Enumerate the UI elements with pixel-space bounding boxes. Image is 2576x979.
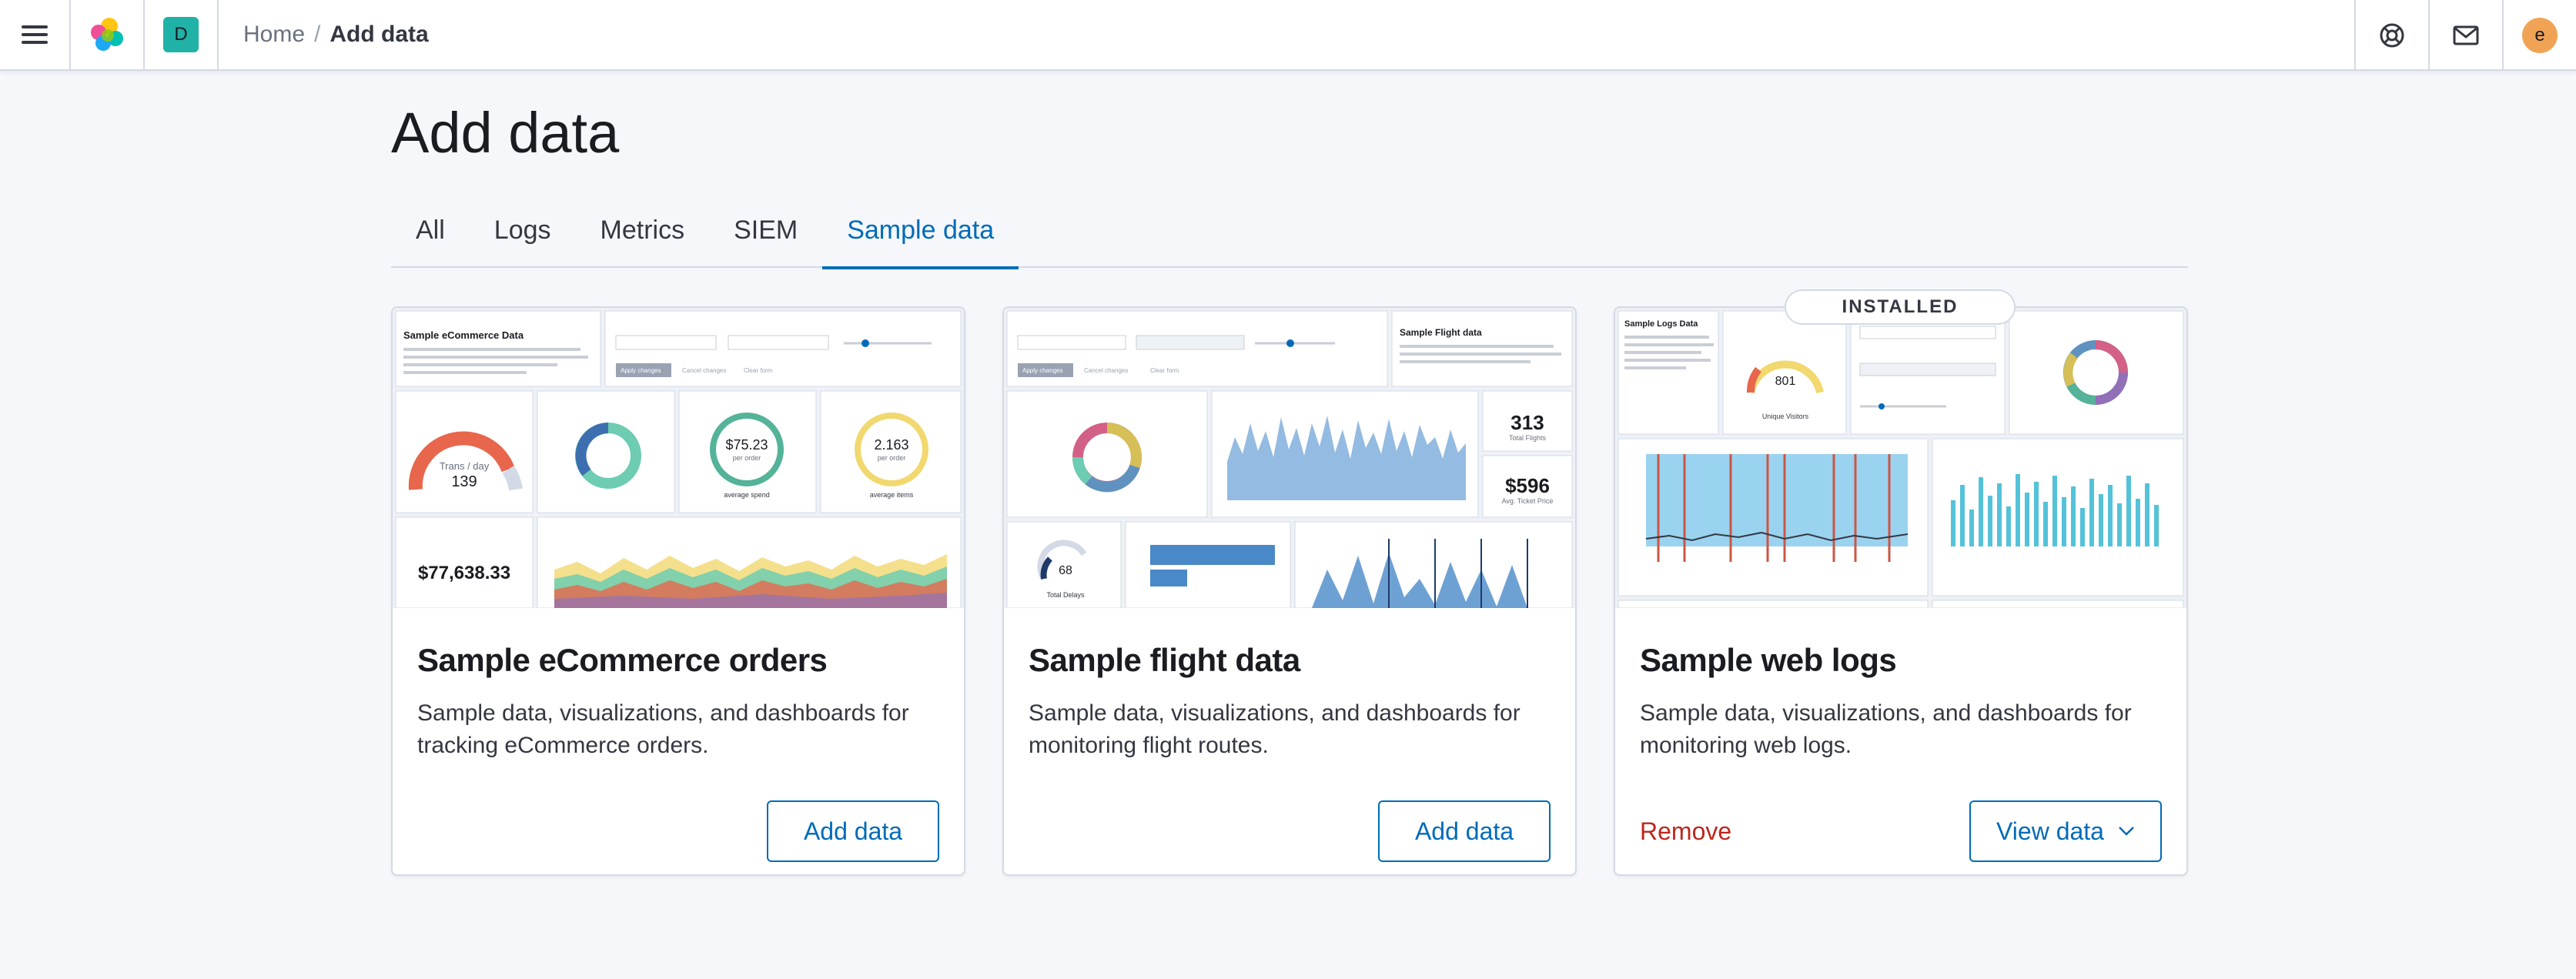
tab-bar: All Logs Metrics SIEM Sample data xyxy=(391,202,2188,269)
mail-icon xyxy=(2453,25,2479,45)
flights-preview-cancel: Cancel changes xyxy=(1084,367,1128,374)
breadcrumb: Home / Add data xyxy=(243,22,429,48)
tab-logs[interactable]: Logs xyxy=(470,202,576,268)
tab-metrics[interactable]: Metrics xyxy=(576,202,710,268)
card-title: Sample flight data xyxy=(1029,642,1300,678)
page-title: Add data xyxy=(391,101,620,165)
space-selector-button[interactable]: D xyxy=(145,0,219,70)
card-description: Sample data, visualizations, and dashboa… xyxy=(1029,700,1521,758)
hamburger-icon xyxy=(22,25,48,44)
sample-card-web-logs: INSTALLED Sample Logs Data 801 Unique Vi… xyxy=(1614,289,2188,876)
space-avatar: D xyxy=(163,17,199,52)
logs-preview-heading: Sample Logs Data xyxy=(1624,319,1698,329)
header-actions: e xyxy=(2354,0,2576,71)
flights-preview-price-caption: Avg. Ticket Price xyxy=(1502,497,1554,505)
card-title: Sample eCommerce orders xyxy=(417,642,828,678)
news-feed-button[interactable] xyxy=(2428,0,2502,71)
top-header: D Home / Add data e xyxy=(0,0,2576,71)
card-title: Sample web logs xyxy=(1640,642,1897,678)
installed-badge: INSTALLED xyxy=(1785,289,2016,325)
ecommerce-dashboard-preview: Sample eCommerce Data Apply changes Canc… xyxy=(393,308,964,608)
remove-web-logs-button[interactable]: Remove xyxy=(1640,800,1731,862)
help-lifebuoy-icon xyxy=(2380,23,2404,48)
ecommerce-preview-avg-items-sub: per order xyxy=(878,454,906,462)
flights-dashboard-preview: Apply changes Cancel changes Clear form … xyxy=(1004,308,1575,608)
user-menu-button[interactable]: e xyxy=(2502,0,2576,71)
tab-all[interactable]: All xyxy=(391,202,470,268)
ecommerce-preview-avg-spend-sub: per order xyxy=(733,454,761,462)
add-flights-data-button[interactable]: Add data xyxy=(1378,800,1551,862)
flights-preview-graphic: Apply changes Cancel changes Clear form … xyxy=(1004,308,1575,608)
chevron-down-icon xyxy=(2119,827,2134,836)
flights-preview-total: 313 xyxy=(1510,411,1544,434)
logs-preview-graphic: Sample Logs Data 801 Unique Visitors xyxy=(1615,308,2186,608)
flights-preview-apply: Apply changes xyxy=(1022,367,1062,374)
ecommerce-preview-heading: Sample eCommerce Data xyxy=(403,329,524,341)
add-ecommerce-data-button[interactable]: Add data xyxy=(767,800,939,862)
flights-preview-heading: Sample Flight data xyxy=(1400,327,1482,338)
flights-preview-delays-caption: Total Delays xyxy=(1046,591,1085,599)
elastic-logo-icon xyxy=(91,18,123,51)
breadcrumb-home-link[interactable]: Home xyxy=(243,22,305,48)
tab-sample-data[interactable]: Sample data xyxy=(822,202,1019,269)
tab-siem[interactable]: SIEM xyxy=(709,202,822,268)
logs-preview-visitors: 801 xyxy=(1775,375,1796,388)
ecommerce-preview-cancel: Cancel changes xyxy=(682,367,726,374)
avatar: e xyxy=(2522,18,2558,53)
menu-toggle-button[interactable] xyxy=(0,0,71,70)
home-logo-link[interactable] xyxy=(71,0,145,70)
view-data-button[interactable]: View data xyxy=(1969,800,2162,862)
ecommerce-preview-apply: Apply changes xyxy=(621,367,661,374)
ecommerce-preview-revenue: $77,638.33 xyxy=(418,563,510,583)
card-description: Sample data, visualizations, and dashboa… xyxy=(1640,700,2132,758)
card-description: Sample data, visualizations, and dashboa… xyxy=(417,700,909,758)
flights-preview-total-caption: Total Flights xyxy=(1509,434,1547,442)
ecommerce-preview-avg-items: 2.163 xyxy=(874,437,908,453)
flights-preview-price: $596 xyxy=(1505,474,1550,497)
logs-dashboard-preview: Sample Logs Data 801 Unique Visitors xyxy=(1615,308,2186,608)
view-data-label: View data xyxy=(1996,817,2104,845)
sample-card-ecommerce: Sample eCommerce Data Apply changes Canc… xyxy=(391,306,965,876)
flights-preview-delays: 68 xyxy=(1059,564,1072,577)
breadcrumb-current: Add data xyxy=(330,22,429,47)
flights-preview-clear: Clear form xyxy=(1150,367,1179,374)
ecommerce-preview-avg-items-caption: average items xyxy=(870,491,914,499)
ecommerce-preview-graphic: Sample eCommerce Data Apply changes Canc… xyxy=(393,308,964,608)
sample-card-flights: Apply changes Cancel changes Clear form … xyxy=(1002,306,1577,876)
logs-preview-visitors-caption: Unique Visitors xyxy=(1762,413,1809,420)
ecommerce-preview-gauge-label: Trans / day xyxy=(440,460,490,472)
help-menu-button[interactable] xyxy=(2354,0,2428,71)
ecommerce-preview-gauge-value: 139 xyxy=(451,473,477,490)
ecommerce-preview-avg-spend: $75.23 xyxy=(725,437,768,453)
ecommerce-preview-avg-spend-caption: average spend xyxy=(724,491,770,499)
ecommerce-preview-clear: Clear form xyxy=(744,367,773,374)
breadcrumb-separator: / xyxy=(314,22,321,47)
